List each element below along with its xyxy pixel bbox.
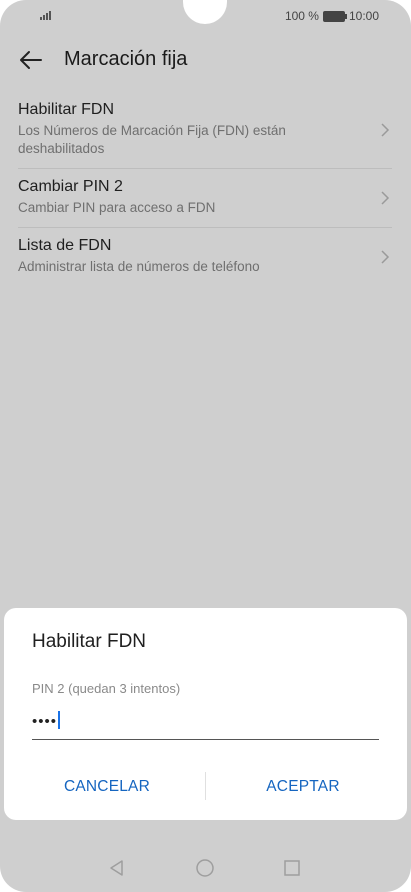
- circle-home-icon[interactable]: [195, 858, 215, 878]
- list-item-title: Cambiar PIN 2: [18, 178, 123, 195]
- list-item-subtitle: Los Números de Marcación Fija (FDN) está…: [18, 123, 286, 156]
- pin-input-value: ••••: [32, 711, 61, 730]
- navigation-bar: [0, 848, 411, 888]
- arrow-left-icon[interactable]: [18, 47, 44, 73]
- battery-percent: 100 %: [284, 9, 319, 23]
- list-item-subtitle: Cambiar PIN para acceso a FDN: [18, 200, 216, 215]
- pin-field-label: PIN 2 (quedan 3 intentos): [32, 681, 181, 696]
- list-item-habilitar-fdn[interactable]: Habilitar FDN Los Números de Marcación F…: [18, 92, 392, 169]
- button-divider: [205, 772, 206, 800]
- phone-screen: 100 % 10:00 Marcación fija Habilitar FDN…: [0, 0, 411, 892]
- list-item-subtitle: Administrar lista de números de teléfono: [18, 259, 260, 274]
- app-bar: Marcación fija: [0, 36, 411, 84]
- list-item-cambiar-pin2[interactable]: Cambiar PIN 2 Cambiar PIN para acceso a …: [18, 169, 392, 228]
- chevron-right-icon: [381, 250, 390, 264]
- square-recents-icon[interactable]: [282, 858, 302, 878]
- list-item-lista-fdn[interactable]: Lista de FDN Administrar lista de número…: [18, 228, 392, 286]
- status-bar: 100 % 10:00: [0, 0, 411, 32]
- battery-icon: [322, 10, 347, 22]
- page-title: Marcación fija: [64, 48, 188, 70]
- chevron-right-icon: [381, 123, 390, 137]
- status-right: 100 % 10:00: [285, 9, 379, 23]
- chevron-right-icon: [381, 191, 390, 205]
- signal-icon: [40, 10, 54, 20]
- pin-input[interactable]: ••••: [32, 708, 379, 740]
- dialog-title: Habilitar FDN: [32, 631, 147, 652]
- triangle-back-icon[interactable]: [107, 858, 127, 878]
- clock: 10:00: [348, 9, 379, 23]
- settings-list: Habilitar FDN Los Números de Marcación F…: [18, 92, 392, 286]
- list-item-title: Habilitar FDN: [18, 101, 115, 118]
- text-caret: [58, 711, 61, 729]
- list-item-title: Lista de FDN: [18, 237, 112, 254]
- accept-button[interactable]: ACEPTAR: [228, 772, 378, 802]
- cancel-button[interactable]: CANCELAR: [32, 772, 182, 802]
- pin-dialog: Habilitar FDN PIN 2 (quedan 3 intentos) …: [4, 608, 407, 820]
- camera-notch: [183, 0, 227, 24]
